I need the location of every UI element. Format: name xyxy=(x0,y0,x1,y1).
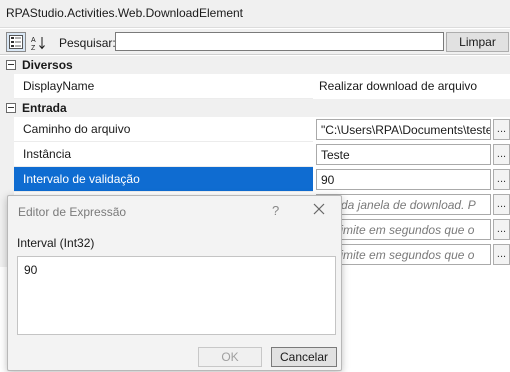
ellipsis-button[interactable]: ... xyxy=(493,169,510,190)
property-row-displayname[interactable]: DisplayName Realizar download de arquivo xyxy=(0,74,510,99)
property-name: Caminho do arquivo xyxy=(14,117,313,142)
toolbar: A Z Pesquisar: Limpar xyxy=(0,29,510,55)
property-value-field[interactable]: me da janela de download. P xyxy=(316,194,491,215)
property-value-field[interactable]: 90 xyxy=(316,169,491,190)
category-diversos[interactable]: Diversos xyxy=(0,56,510,74)
field-label: Interval (Int32) xyxy=(17,236,95,250)
property-value-field[interactable]: po limite em segundos que o xyxy=(316,219,491,240)
ellipsis-button[interactable]: ... xyxy=(493,144,510,165)
property-value[interactable]: Realizar download de arquivo xyxy=(314,74,510,99)
ellipsis-button[interactable]: ... xyxy=(493,119,510,140)
search-input[interactable] xyxy=(115,32,444,51)
help-button[interactable]: ? xyxy=(272,203,279,218)
ellipsis-button[interactable]: ... xyxy=(493,244,510,265)
categorized-view-button[interactable] xyxy=(6,32,26,52)
alphabetical-sort-button[interactable]: A Z xyxy=(28,32,48,52)
svg-text:Z: Z xyxy=(31,45,36,51)
ellipsis-button[interactable]: ... xyxy=(493,219,510,240)
property-value-field[interactable]: po limite em segundos que o xyxy=(316,244,491,265)
category-name: Diversos xyxy=(22,58,73,72)
ellipsis-button[interactable]: ... xyxy=(493,194,510,215)
collapse-icon[interactable] xyxy=(6,103,16,113)
row-gutter xyxy=(0,117,14,142)
close-icon[interactable] xyxy=(312,202,326,216)
category-name: Entrada xyxy=(22,101,67,115)
property-value-field[interactable]: "C:\Users\RPA\Documents\teste xyxy=(316,119,491,140)
category-entrada[interactable]: Entrada xyxy=(0,99,510,117)
property-name: DisplayName xyxy=(14,74,313,99)
dialog-title: Editor de Expressão xyxy=(18,205,127,219)
clear-button[interactable]: Limpar xyxy=(446,32,509,52)
property-row-intervalo-de-validacao[interactable]: Intervalo de validação 90 ... xyxy=(0,167,510,192)
property-row-caminho-do-arquivo[interactable]: Caminho do arquivo "C:\Users\RPA\Documen… xyxy=(0,117,510,142)
window-title: RPAStudio.Activities.Web.DownloadElement xyxy=(0,0,510,28)
row-gutter xyxy=(0,167,14,192)
ok-button[interactable]: OK xyxy=(198,347,262,367)
property-name-selected: Intervalo de validação xyxy=(14,167,313,192)
svg-text:A: A xyxy=(31,37,36,44)
search-label: Pesquisar: xyxy=(59,36,116,50)
expression-textarea[interactable]: 90 xyxy=(17,256,336,335)
expression-editor-dialog: Editor de Expressão ? Interval (Int32) 9… xyxy=(7,195,342,371)
row-gutter xyxy=(0,142,14,167)
collapse-icon[interactable] xyxy=(6,60,16,70)
property-row-instancia[interactable]: Instância Teste ... xyxy=(0,142,510,167)
property-name: Instância xyxy=(14,142,313,167)
property-value-field[interactable]: Teste xyxy=(316,144,491,165)
row-gutter xyxy=(0,74,14,99)
cancel-button[interactable]: Cancelar xyxy=(271,347,337,367)
